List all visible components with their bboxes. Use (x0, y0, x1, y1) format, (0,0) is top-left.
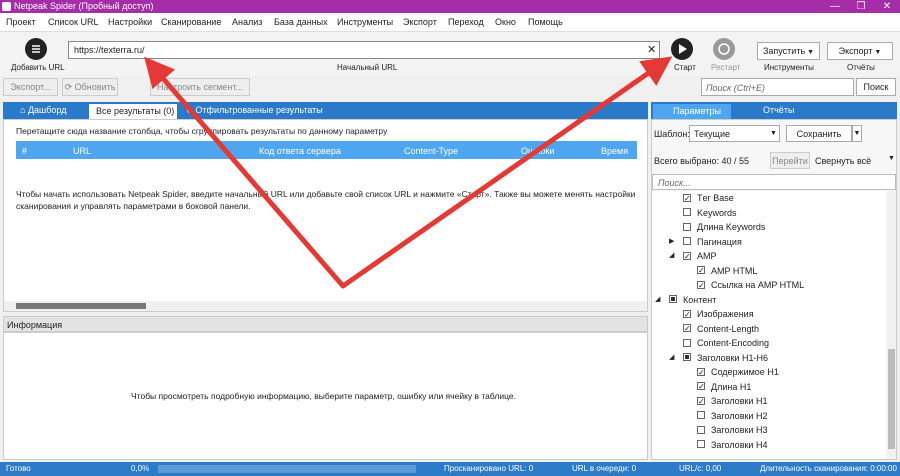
arrow-to-start-button (340, 56, 673, 289)
arrow-to-url-input (144, 56, 346, 289)
annotation-arrows (144, 56, 673, 289)
